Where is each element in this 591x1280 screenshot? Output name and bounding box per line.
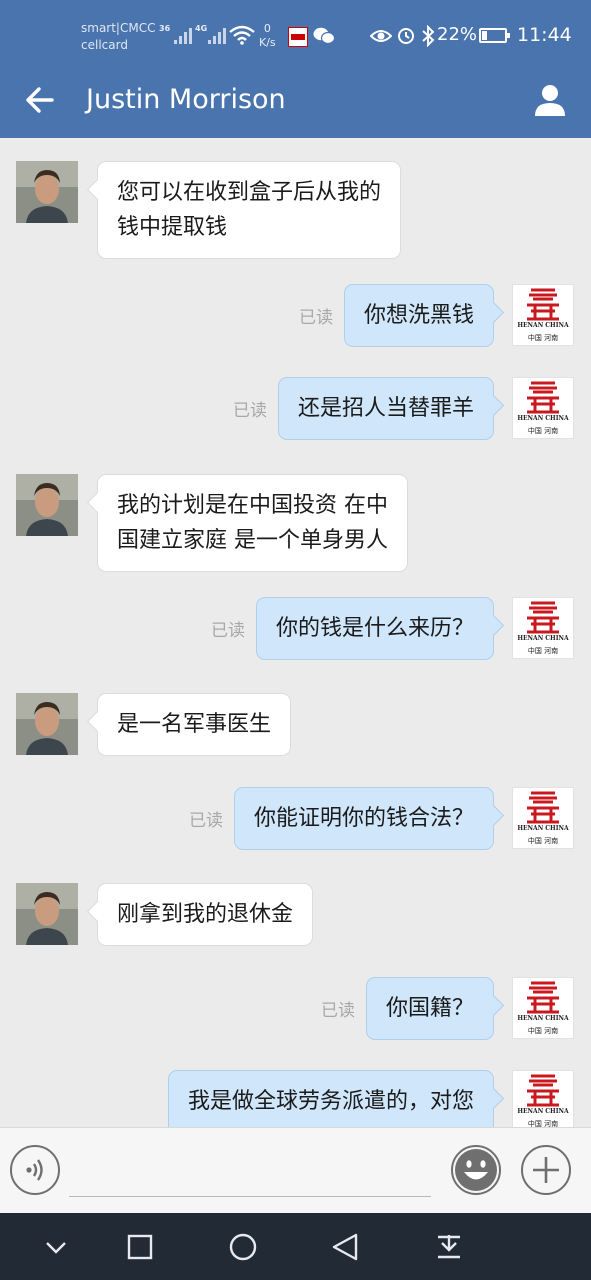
my-avatar[interactable]: HENAN CHINA 中国 河南 xyxy=(512,597,574,659)
chevron-down-icon[interactable] xyxy=(36,1227,76,1267)
my-avatar-caption-top: HENAN CHINA xyxy=(517,635,569,642)
title-bar: smart|CMCC cellcard 36 4G 0 K/s 22% 11:4… xyxy=(0,0,591,138)
outgoing-message[interactable]: 你的钱是什么来历？ xyxy=(255,597,494,660)
battery-icon xyxy=(479,28,510,43)
incoming-message[interactable]: 我的计划是在中国投资 在中 国建立家庭 是一个单身男人 xyxy=(97,474,408,572)
my-avatar-caption-bottom: 中国 河南 xyxy=(527,427,559,435)
message-text-line: 还是招人当替罪羊 xyxy=(297,396,474,421)
message-row: 我的计划是在中国投资 在中 国建立家庭 是一个单身男人 xyxy=(0,474,591,572)
my-avatar[interactable]: HENAN CHINA 中国 河南 xyxy=(512,284,574,346)
my-avatar-caption-bottom: 中国 河南 xyxy=(527,837,559,845)
bluetooth-icon xyxy=(422,25,435,47)
read-receipt: 已读 xyxy=(232,401,267,421)
net-speed: 0 K/s xyxy=(259,22,276,50)
voice-wave-icon[interactable] xyxy=(10,1145,60,1195)
carrier-line-2: cellcard xyxy=(81,38,128,52)
message-text-line: 我是做全球劳务派遣的，对您 xyxy=(187,1089,474,1114)
read-receipt: 已读 xyxy=(298,308,333,328)
signal-1-icon xyxy=(174,26,192,44)
read-receipt: 已读 xyxy=(188,811,223,831)
net-speed-value: 0 xyxy=(263,22,271,35)
wechat-icon xyxy=(313,27,335,45)
carrier-info: smart|CMCC cellcard xyxy=(81,20,155,54)
message-text-line: 你想洗黑钱 xyxy=(363,303,474,328)
arrow-left-icon[interactable] xyxy=(22,82,58,118)
my-avatar-caption-bottom: 中国 河南 xyxy=(527,647,559,655)
app-notification-icon xyxy=(288,27,308,47)
my-avatar-caption-top: HENAN CHINA xyxy=(517,322,569,329)
input-bar xyxy=(0,1127,591,1213)
triangle-back-icon[interactable] xyxy=(326,1227,366,1267)
circle-home-icon[interactable] xyxy=(223,1227,263,1267)
my-avatar-caption-top: HENAN CHINA xyxy=(517,1015,569,1022)
message-row: 刚拿到我的退休金 xyxy=(0,883,591,946)
notification-pull-icon[interactable] xyxy=(429,1227,469,1267)
alarm-icon xyxy=(398,28,414,44)
net-speed-unit: K/s xyxy=(259,36,276,49)
message-text-line: 您可以在收到盒子后从我的 xyxy=(117,180,382,205)
plus-icon[interactable] xyxy=(521,1145,571,1195)
my-avatar[interactable]: HENAN CHINA 中国 河南 xyxy=(512,377,574,439)
clock: 11:44 xyxy=(517,24,572,46)
message-list[interactable]: 您可以在收到盒子后从我的 钱中提取钱 HENAN CHINA 中国 河南 你想洗黑钱 已读… xyxy=(0,138,591,1128)
read-receipt: 已读 xyxy=(210,621,245,641)
signal-2-icon xyxy=(208,26,226,44)
my-avatar[interactable]: HENAN CHINA 中国 河南 xyxy=(512,787,574,849)
message-text-line: 钱中提取钱 xyxy=(117,215,228,240)
my-avatar-caption-top: HENAN CHINA xyxy=(517,825,569,832)
contact-avatar[interactable] xyxy=(16,883,78,945)
status-bar: smart|CMCC cellcard 36 4G 0 K/s 22% 11:4… xyxy=(0,0,591,72)
outgoing-message[interactable]: 还是招人当替罪羊 xyxy=(277,377,494,440)
outgoing-message[interactable]: 你能证明你的钱合法？ xyxy=(233,787,494,850)
contact-avatar[interactable] xyxy=(16,161,78,223)
battery-percent: 22% xyxy=(437,24,478,45)
incoming-message[interactable]: 您可以在收到盒子后从我的 钱中提取钱 xyxy=(97,161,402,259)
message-row: 您可以在收到盒子后从我的 钱中提取钱 xyxy=(0,161,591,259)
person-icon[interactable] xyxy=(532,82,568,118)
my-avatar-caption-bottom: 中国 河南 xyxy=(527,334,559,342)
square-recents-icon[interactable] xyxy=(120,1227,160,1267)
battery-level xyxy=(482,31,487,40)
message-text-line: 你的钱是什么来历？ xyxy=(275,616,474,641)
carrier-line-1: smart|CMCC xyxy=(81,21,156,35)
chat-title: Justin Morrison xyxy=(86,84,286,115)
message-text-line: 刚拿到我的退休金 xyxy=(117,902,294,927)
signal-1-label: 36 xyxy=(159,24,171,33)
signal-2-label: 4G xyxy=(195,24,208,33)
incoming-message[interactable]: 是一名军事医生 xyxy=(97,693,292,756)
message-row: HENAN CHINA 中国 河南 你国籍？ 已读 xyxy=(0,977,591,1040)
outgoing-message[interactable]: 你想洗黑钱 xyxy=(343,284,494,347)
contact-avatar[interactable] xyxy=(16,693,78,755)
message-text-line: 国建立家庭 是一个单身男人 xyxy=(117,528,388,553)
message-text-line: 我的计划是在中国投资 在中 xyxy=(117,493,388,518)
message-text-line: 你国籍？ xyxy=(385,996,474,1021)
message-row: HENAN CHINA中国 河南我是做全球劳务派遣的，对您… xyxy=(0,1070,591,1128)
incoming-message[interactable]: 刚拿到我的退休金 xyxy=(97,883,314,946)
eye-icon xyxy=(370,30,392,42)
my-avatar[interactable]: HENAN CHINA 中国 河南 xyxy=(512,977,574,1039)
outgoing-message[interactable]: 我是做全球劳务派遣的，对您… xyxy=(167,1070,494,1128)
wifi-icon xyxy=(229,25,255,45)
read-receipt: 已读 xyxy=(320,1001,355,1021)
message-row: 是一名军事医生 xyxy=(0,693,591,756)
message-text-line: 你能证明你的钱合法？ xyxy=(253,806,474,831)
smiley-icon[interactable] xyxy=(451,1145,501,1195)
outgoing-message[interactable]: 你国籍？ xyxy=(365,977,494,1040)
system-nav-bar xyxy=(0,1213,591,1280)
message-input[interactable] xyxy=(69,1196,431,1197)
my-avatar-caption-top: HENAN CHINA xyxy=(517,1108,569,1115)
contact-avatar[interactable] xyxy=(16,474,78,536)
message-row: HENAN CHINA 中国 河南 你能证明你的钱合法？ 已读 xyxy=(0,787,591,850)
message-row: HENAN CHINA 中国 河南 还是招人当替罪羊 已读 xyxy=(0,377,591,440)
message-text-line: 是一名军事医生 xyxy=(117,712,272,737)
message-row: HENAN CHINA 中国 河南 你想洗黑钱 已读 xyxy=(0,284,591,347)
my-avatar[interactable]: HENAN CHINA 中国 河南 xyxy=(512,1070,574,1128)
my-avatar-caption-top: HENAN CHINA xyxy=(517,415,569,422)
my-avatar-caption-bottom: 中国 河南 xyxy=(527,1027,559,1035)
message-row: HENAN CHINA 中国 河南 你的钱是什么来历？ 已读 xyxy=(0,597,591,660)
